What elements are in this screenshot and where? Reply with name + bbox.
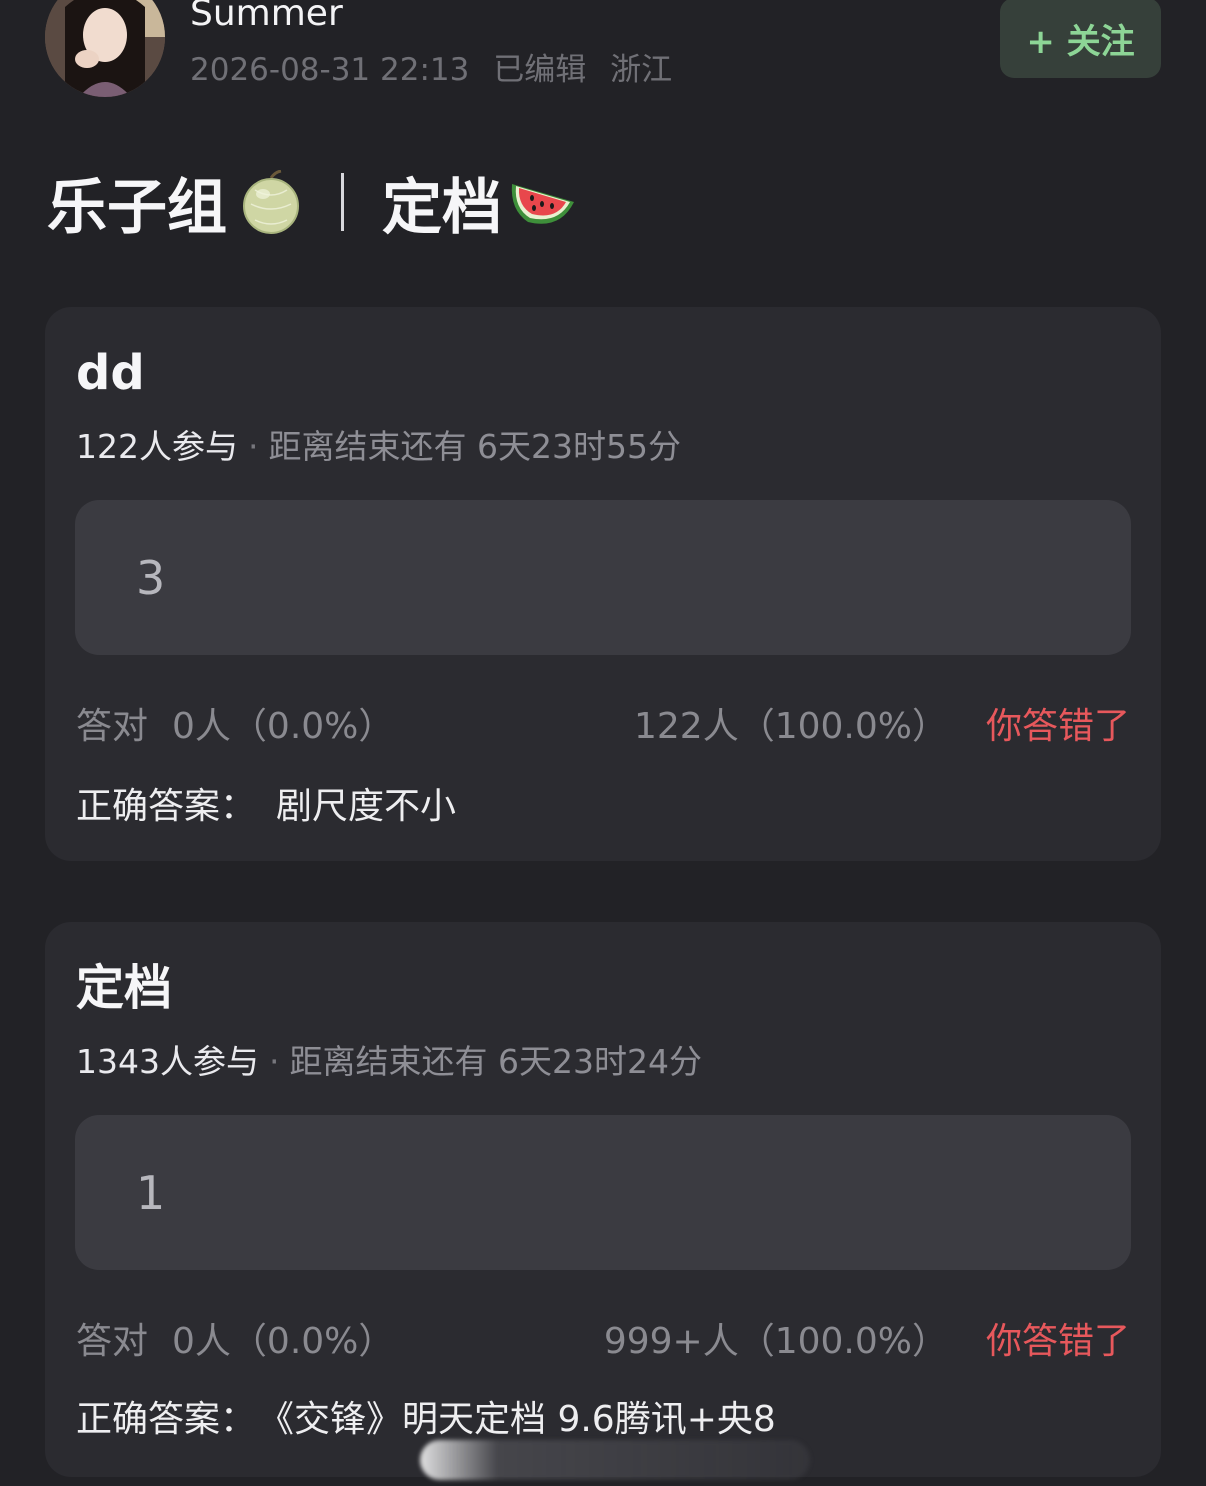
meta-separator: · [248,427,259,466]
location-label: 浙江 [610,52,673,88]
result-group: 999+人（100.0%） 你答错了 [604,1317,1130,1367]
avatar-image [45,0,165,97]
quiz-card: 定档 1343人参与 · 距离结束还有 6天23时24分 1 答对 0人（0.0%） … [45,922,1161,1477]
post-title-part1: 乐子组 [47,172,227,243]
correct-answer-label: 正确答案： [76,786,257,827]
correct-label: 答对 [76,706,149,747]
correct-answer-label: 正确答案： [76,1399,257,1440]
avatar[interactable] [45,0,165,97]
correct-count: 0人（0.0%） [172,1321,395,1362]
meta-separator: · [268,1042,280,1081]
correct-answer-text: 剧尺度不小 [276,786,457,827]
quiz-meta: 122人参与 · 距离结束还有 6天23时55分 [76,425,681,469]
title-divider [341,173,344,231]
quiz-meta: 1343人参与 · 距离结束还有 6天23时24分 [76,1040,702,1084]
participant-count: 122人参与 [76,427,238,466]
correct-answer: 正确答案： 《交锋》明天定档 9.6腾讯+央8 [76,1396,776,1444]
quiz-option[interactable]: 3 [75,500,1131,655]
quiz-stats: 答对 0人（0.0%） 999+人（100.0%） 你答错了 [76,1317,1130,1367]
watermark-overlay [420,1440,810,1480]
post-timestamp: 2026-08-31 22:13 [190,52,470,88]
username[interactable]: Summer [190,0,343,36]
watermelon-icon [511,184,574,224]
answer-verdict: 你答错了 [985,1321,1130,1362]
quiz-title: dd [76,345,145,401]
correct-answer-text: 《交锋》明天定档 9.6腾讯+央8 [276,1399,776,1440]
correct-count: 0人（0.0%） [172,706,395,747]
correct-stat: 答对 0人（0.0%） [76,702,394,752]
quiz-option-label: 1 [136,1165,166,1220]
post-header: Summer 2026-08-31 22:13 已编辑 浙江 + 关注 [0,0,1206,110]
melon-icon [243,170,299,234]
post-title-part2: 定档 [382,172,502,243]
correct-stat: 答对 0人（0.0%） [76,1317,394,1367]
quiz-option-label: 3 [136,550,166,605]
result-group: 122人（100.0%） 你答错了 [634,702,1130,752]
edited-label: 已编辑 [493,52,587,88]
correct-answer: 正确答案： 剧尺度不小 [76,783,456,831]
post-meta: 2026-08-31 22:13 已编辑 浙江 [190,50,686,90]
follow-button[interactable]: + 关注 [1000,0,1161,78]
wrong-count: 999+人（100.0%） [603,1321,948,1362]
quiz-card: dd 122人参与 · 距离结束还有 6天23时55分 3 答对 0人（0.0%） 1… [45,307,1161,861]
correct-label: 答对 [76,1321,149,1362]
answer-verdict: 你答错了 [985,706,1130,747]
quiz-countdown: 距离结束还有 6天23时55分 [268,427,681,466]
quiz-countdown: 距离结束还有 6天23时24分 [289,1042,702,1081]
quiz-stats: 答对 0人（0.0%） 122人（100.0%） 你答错了 [76,702,1130,752]
quiz-option[interactable]: 1 [75,1115,1131,1270]
post-title: 乐子组 定档 [47,162,578,243]
quiz-title: 定档 [76,960,173,1016]
participant-count: 1343人参与 [76,1042,259,1081]
wrong-count: 122人（100.0%） [634,706,948,747]
